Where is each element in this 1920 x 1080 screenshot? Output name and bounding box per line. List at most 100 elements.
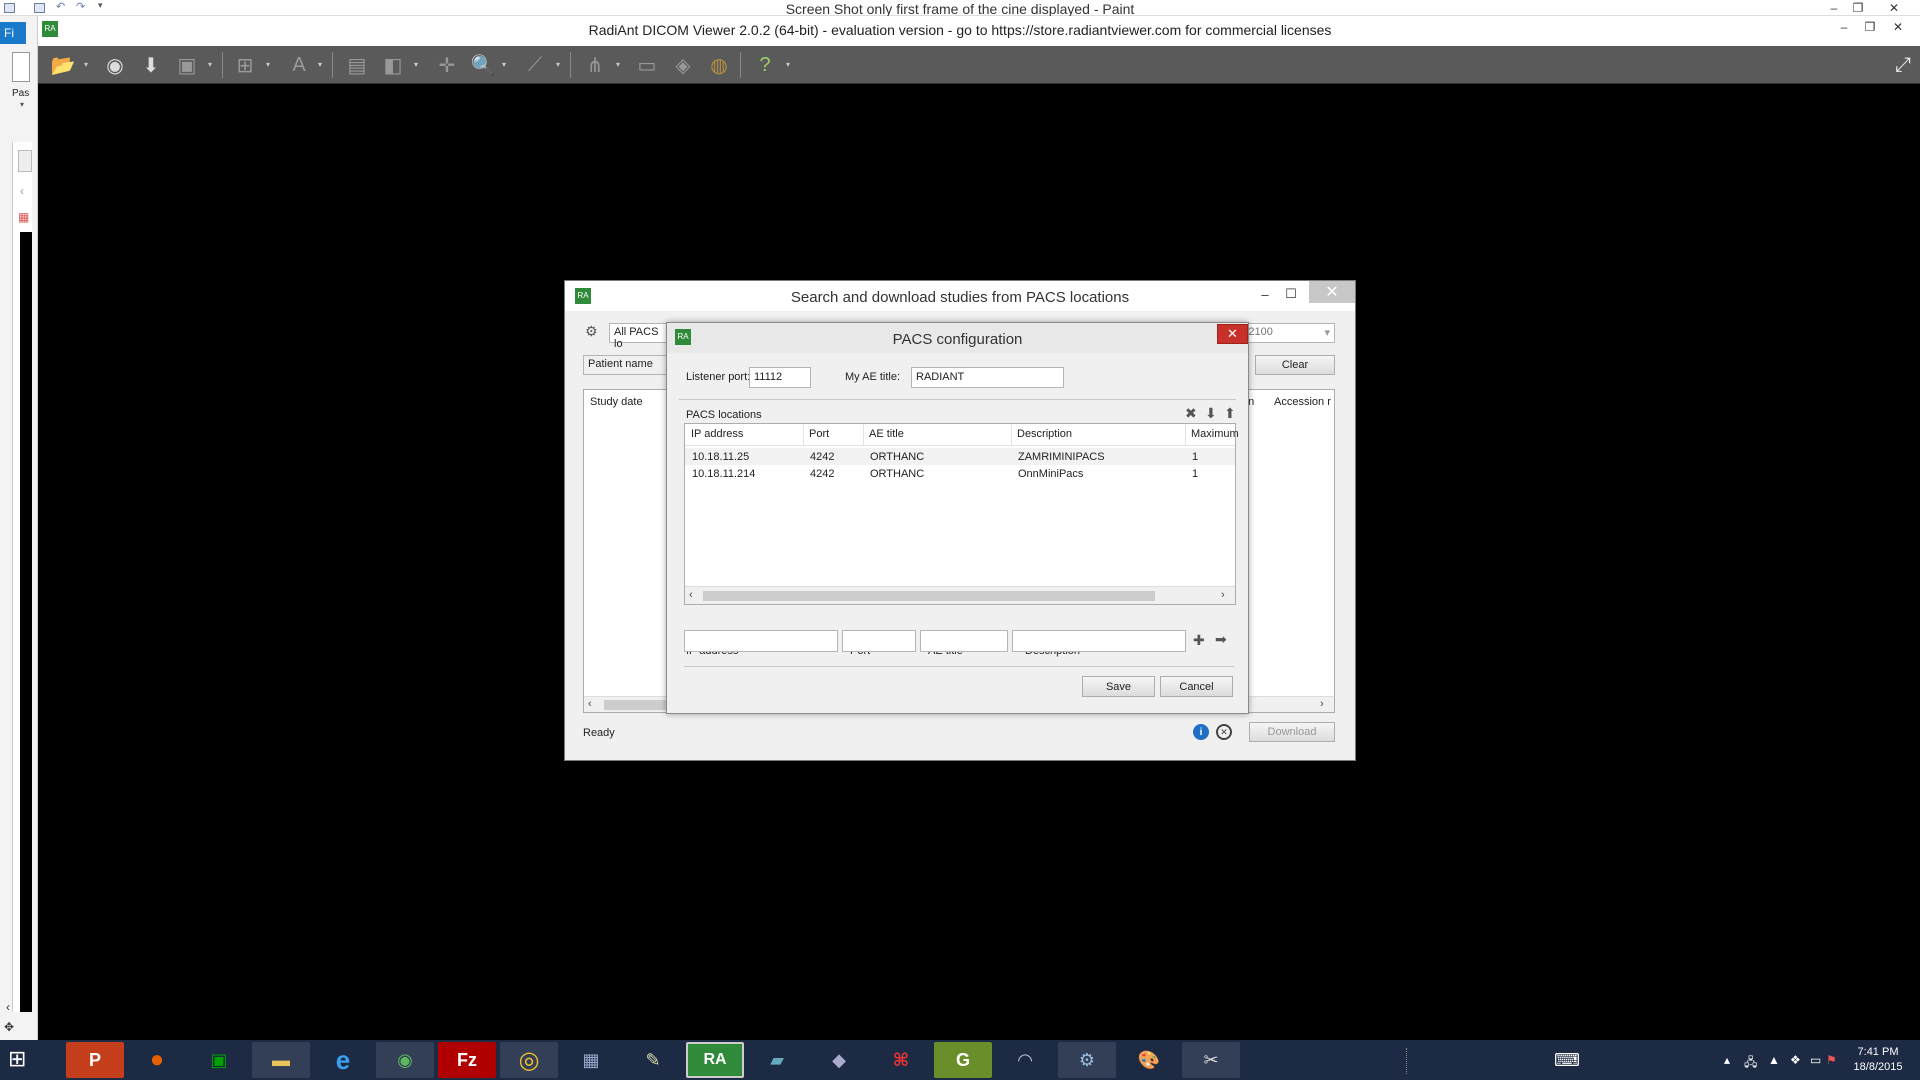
listener-port-input[interactable]: 11112 [749,367,811,388]
g-app-taskbar-icon[interactable]: G [934,1042,992,1078]
annotation-dropdown-icon[interactable]: ▾ [318,60,322,69]
add-location-icon[interactable]: ✚ [1193,632,1205,649]
help-icon[interactable]: ? [750,50,780,80]
cd-dvd-icon[interactable]: ◉ [100,50,130,80]
paint-close-button[interactable]: ✕ [1884,1,1904,15]
save-dropdown-icon[interactable]: ▾ [208,60,212,69]
paste-dropdown-icon[interactable]: ▾ [20,100,24,109]
snipping-tool-taskbar-icon[interactable]: ✂ [1182,1042,1240,1078]
store-taskbar-icon[interactable]: ▣ [190,1042,248,1078]
window-level-dropdown-icon[interactable]: ▾ [414,60,418,69]
column-ae-title[interactable]: AE title [869,428,904,440]
search-close-button[interactable]: ✕ [1309,281,1355,303]
network-taskbar-icon[interactable]: ▦ [562,1042,620,1078]
paste-icon[interactable] [12,52,30,82]
column-ip-address[interactable]: IP address [691,428,743,440]
clear-button[interactable]: Clear [1255,355,1335,375]
paint-color-grid-icon[interactable]: ▦ [18,210,29,224]
apply-location-icon[interactable]: ➡ [1215,631,1227,648]
mpr-dropdown-icon[interactable]: ▾ [616,60,620,69]
writer-taskbar-icon[interactable]: ✎ [624,1042,682,1078]
action-center-flag-icon[interactable]: ⚑ [1826,1053,1837,1067]
fullscreen-icon[interactable]: ⤢ [1888,50,1918,80]
open-dropdown-icon[interactable]: ▾ [84,60,88,69]
window-level-icon[interactable]: ◧ [378,50,408,80]
scroll-right-icon[interactable]: › [1320,698,1324,710]
scroll-thumb[interactable] [703,591,1155,601]
form-ae-title-input[interactable] [920,630,1008,652]
scroll-left-icon[interactable]: ‹ [689,589,693,601]
pacs-close-button[interactable]: ✕ [1217,324,1248,344]
paint-canvas-tool-icon[interactable] [18,150,32,172]
download-icon[interactable]: ⬇ [136,50,166,80]
table-row[interactable]: 10.18.11.25 4242 ORTHANC ZAMRIMINIPACS 1 [685,448,1235,465]
radiant-taskbar-icon[interactable]: RA [686,1042,744,1078]
form-description-input[interactable] [1012,630,1186,652]
move-up-icon[interactable]: ⬆ [1224,405,1236,422]
save-button[interactable]: Save [1082,676,1155,697]
save-disk-icon[interactable]: ▣ [172,50,202,80]
radiant-minimize-button[interactable]: – [1834,20,1854,34]
crosshair-icon[interactable]: ✛ [432,50,462,80]
radiant-maximize-button[interactable]: ❐ [1860,20,1880,34]
touch-keyboard-icon[interactable]: ⌨ [1554,1050,1580,1071]
search-maximize-button[interactable]: ☐ [1277,284,1305,304]
curl-app-taskbar-icon[interactable]: ◠ [996,1042,1054,1078]
fusion-icon[interactable]: ◍ [704,50,734,80]
chrome-taskbar-icon[interactable]: ◎ [500,1042,558,1078]
table-horizontal-scrollbar[interactable]: ‹ › [685,586,1235,604]
layout-grid-icon[interactable]: ⊞ [230,50,260,80]
column-study-date[interactable]: Study date [590,396,643,408]
series-icon[interactable]: ▤ [342,50,372,80]
internet-explorer-taskbar-icon[interactable]: e [314,1042,372,1078]
paint-move-icon[interactable]: ✥ [4,1020,14,1034]
pacs-locations-table[interactable]: IP address Port AE title Description Max… [684,423,1239,605]
zoom-icon[interactable]: 🔍 [468,50,498,80]
powerpoint-taskbar-icon[interactable]: P [66,1042,124,1078]
tablet-taskbar-icon[interactable]: ◆ [810,1042,868,1078]
file-explorer-taskbar-icon[interactable]: ▬ [252,1042,310,1078]
paint-left-arrow-icon[interactable]: ‹ [20,184,24,198]
settings-gear-icon[interactable]: ⚙ [585,323,598,340]
scroll-right-icon[interactable]: › [1221,589,1225,601]
paint-scroll-left-icon[interactable]: ‹ [6,1000,10,1014]
paint-minimize-button[interactable]: – [1824,1,1844,15]
measure-ruler-icon[interactable]: ⟋ [520,50,550,80]
column-description[interactable]: Description [1017,428,1072,440]
acrobat-taskbar-icon[interactable]: ⌘ [872,1042,930,1078]
cancel-button[interactable]: Cancel [1160,676,1233,697]
cancel-circle-icon[interactable]: ✕ [1216,724,1232,740]
radiant-close-button[interactable]: ✕ [1888,20,1908,34]
system-clock[interactable]: 7:41 PM 18/8/2015 [1838,1045,1918,1075]
network-tray-icon[interactable]: 🖧 [1744,1053,1757,1074]
drive-tray-icon[interactable]: ▲ [1768,1053,1780,1067]
show-hidden-icons-icon[interactable]: ▴ [1724,1053,1730,1067]
cine-icon[interactable]: ▭ [632,50,662,80]
paint-taskbar-icon[interactable]: 🎨 [1120,1042,1178,1078]
form-ip-input[interactable] [684,630,838,652]
column-port[interactable]: Port [809,428,829,440]
pacs-location-select[interactable]: All PACS lo [609,323,669,350]
delete-location-icon[interactable]: ✖ [1185,405,1197,422]
reset-icon[interactable]: ◈ [668,50,698,80]
download-button[interactable]: Download [1249,722,1335,742]
start-button-icon[interactable]: ⊞ [8,1046,38,1074]
dropbox-tray-icon[interactable]: ❖ [1790,1053,1801,1067]
move-down-icon[interactable]: ⬇ [1205,405,1217,422]
mpr-icon[interactable]: ⋔ [580,50,610,80]
scroll-left-icon[interactable]: ‹ [588,698,592,710]
layout-dropdown-icon[interactable]: ▾ [266,60,270,69]
help-dropdown-icon[interactable]: ▾ [786,60,790,69]
info-icon[interactable]: i [1193,724,1209,740]
settings-taskbar-icon[interactable]: ⚙ [1058,1042,1116,1078]
scroll-thumb[interactable] [604,700,674,710]
annotation-text-icon[interactable]: A [284,50,314,80]
form-port-input[interactable] [842,630,916,652]
storage-taskbar-icon[interactable]: ▰ [748,1042,806,1078]
measure-dropdown-icon[interactable]: ▾ [556,60,560,69]
evernote-taskbar-icon[interactable]: ◉ [376,1042,434,1078]
my-ae-title-input[interactable]: RADIANT [911,367,1064,388]
filezilla-taskbar-icon[interactable]: Fz [438,1042,496,1078]
column-maximum[interactable]: Maximum [1191,428,1239,440]
zoom-dropdown-icon[interactable]: ▾ [502,60,506,69]
